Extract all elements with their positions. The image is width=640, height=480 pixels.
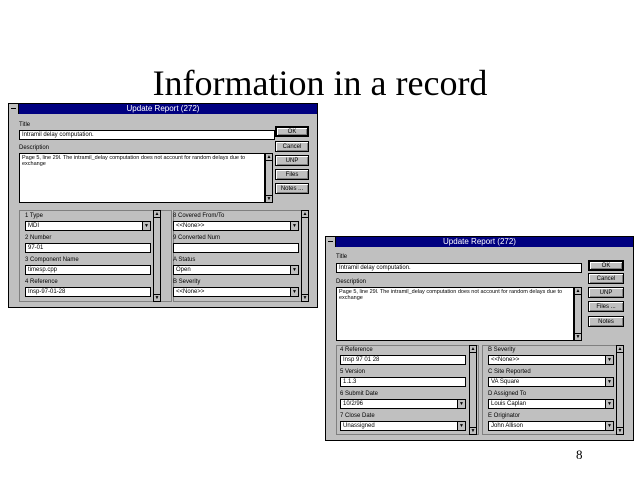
dropdown-arrow-icon[interactable]: ▼ [290,266,298,274]
field-label: E Originator [488,413,521,419]
description-scrollbar[interactable]: ▲ ▼ [574,287,582,341]
cancel-button[interactable]: Cancel [275,141,309,152]
dialog-title-bar[interactable]: Update Report (272) [326,237,633,247]
dialog-title: Update Report (272) [443,237,516,246]
originator-field[interactable]: John Allison ▼ [488,421,614,431]
update-report-dialog-2: Update Report (272) Title Intramil delay… [325,236,634,441]
system-menu-icon[interactable] [326,237,336,247]
field-label: 7 Close Date [340,413,375,419]
system-menu-icon[interactable] [9,104,19,114]
field-label: 4 Reference [340,347,373,353]
dropdown-arrow-icon[interactable]: ▼ [605,422,613,430]
dropdown-arrow-icon[interactable]: ▼ [142,222,150,230]
right-panel-scrollbar[interactable]: ▲ ▼ [616,345,624,435]
scroll-up-icon[interactable]: ▲ [575,288,581,295]
covered-from-to-field[interactable]: <<None>> ▼ [173,221,299,231]
field-label: 2 Number [25,235,52,241]
field-label: C Site Reported [488,369,531,375]
notes-button[interactable]: Notes [588,316,624,327]
component-name-field[interactable]: timesp.cpp [25,265,151,275]
dropdown-arrow-icon[interactable]: ▼ [605,378,613,386]
page-number: 8 [576,447,583,462]
scroll-up-icon[interactable]: ▲ [302,211,308,218]
files-button[interactable]: Files ... [588,301,624,312]
scroll-down-icon[interactable]: ▼ [470,427,476,434]
scroll-up-icon[interactable]: ▲ [266,154,272,161]
dropdown-arrow-icon[interactable]: ▼ [457,400,465,408]
scroll-down-icon[interactable]: ▼ [266,195,272,202]
scroll-down-icon[interactable]: ▼ [154,294,160,301]
scroll-down-icon[interactable]: ▼ [302,294,308,301]
site-reported-field[interactable]: VA Square ▼ [488,377,614,387]
dialog-title-bar[interactable]: Update Report (272) [9,104,317,114]
dropdown-arrow-icon[interactable]: ▼ [290,222,298,230]
ok-button[interactable]: OK [588,260,624,271]
title-label: Title [336,254,348,260]
left-panel-scrollbar[interactable]: ▲ ▼ [469,345,477,435]
unp-button[interactable]: UNP [588,287,624,298]
field-label: 5 Version [340,369,366,375]
unp-button[interactable]: UNP [275,155,309,166]
field-label: B Severity [173,279,201,285]
title-field[interactable]: Intramil delay computation. [336,263,582,273]
right-panel-scrollbar[interactable]: ▲ ▼ [301,210,309,302]
dropdown-arrow-icon[interactable]: ▼ [605,400,613,408]
field-label: 1 Type [25,213,43,219]
left-panel-scrollbar[interactable]: ▲ ▼ [153,210,161,302]
field-label: D Assigned To [488,391,527,397]
reference-field[interactable]: Insp-97-01-28 [25,287,151,297]
assigned-to-field[interactable]: Louis Caplan ▼ [488,399,614,409]
field-label: 3 Component Name [25,257,79,263]
severity-field[interactable]: <<None>> ▼ [173,287,299,297]
files-button[interactable]: Files [275,169,309,180]
field-label: 8 Covered From/To [173,213,225,219]
field-label: 6 Submit Date [340,391,379,397]
submit-date-field[interactable]: 10/2/96 ▼ [340,399,466,409]
scroll-down-icon[interactable]: ▼ [575,333,581,340]
notes-button[interactable]: Notes ... [275,183,309,194]
scroll-up-icon[interactable]: ▲ [617,346,623,353]
type-field[interactable]: MDI ▼ [25,221,151,231]
title-field[interactable]: Intramil delay computation. [19,130,275,140]
scroll-up-icon[interactable]: ▲ [154,211,160,218]
description-label: Description [19,145,50,151]
version-field[interactable]: 1.1.3 [340,377,466,387]
status-field[interactable]: Open ▼ [173,265,299,275]
title-label: Title [19,122,31,128]
field-label: A Status [173,257,196,263]
dropdown-arrow-icon[interactable]: ▼ [457,422,465,430]
description-scrollbar[interactable]: ▲ ▼ [265,153,273,203]
ok-button[interactable]: OK [275,126,309,137]
reference-field[interactable]: Insp 97 01 28 [340,355,466,365]
description-field[interactable]: Page 5, line 29l. The intramil_delay com… [336,287,574,341]
severity-field[interactable]: <<None>> ▼ [488,355,614,365]
slide-title: Information in a record [152,63,488,103]
field-label: 9 Converted Num [173,235,221,241]
scroll-up-icon[interactable]: ▲ [470,346,476,353]
dialog-title: Update Report (272) [126,104,200,113]
scroll-down-icon[interactable]: ▼ [617,427,623,434]
number-field[interactable]: 97-01 [25,243,151,253]
converted-num-field[interactable] [173,243,299,253]
dropdown-arrow-icon[interactable]: ▼ [290,288,298,296]
field-label: B Severity [488,347,516,353]
description-label: Description [336,279,367,285]
field-label: 4 Reference [25,279,58,285]
update-report-dialog-1: Update Report (272) Title Intramil delay… [8,103,318,308]
description-field[interactable]: Page 5, line 29l. The intramil_delay com… [19,153,265,203]
close-date-field[interactable]: Unassigned ▼ [340,421,466,431]
cancel-button[interactable]: Cancel [588,273,624,284]
dropdown-arrow-icon[interactable]: ▼ [605,356,613,364]
